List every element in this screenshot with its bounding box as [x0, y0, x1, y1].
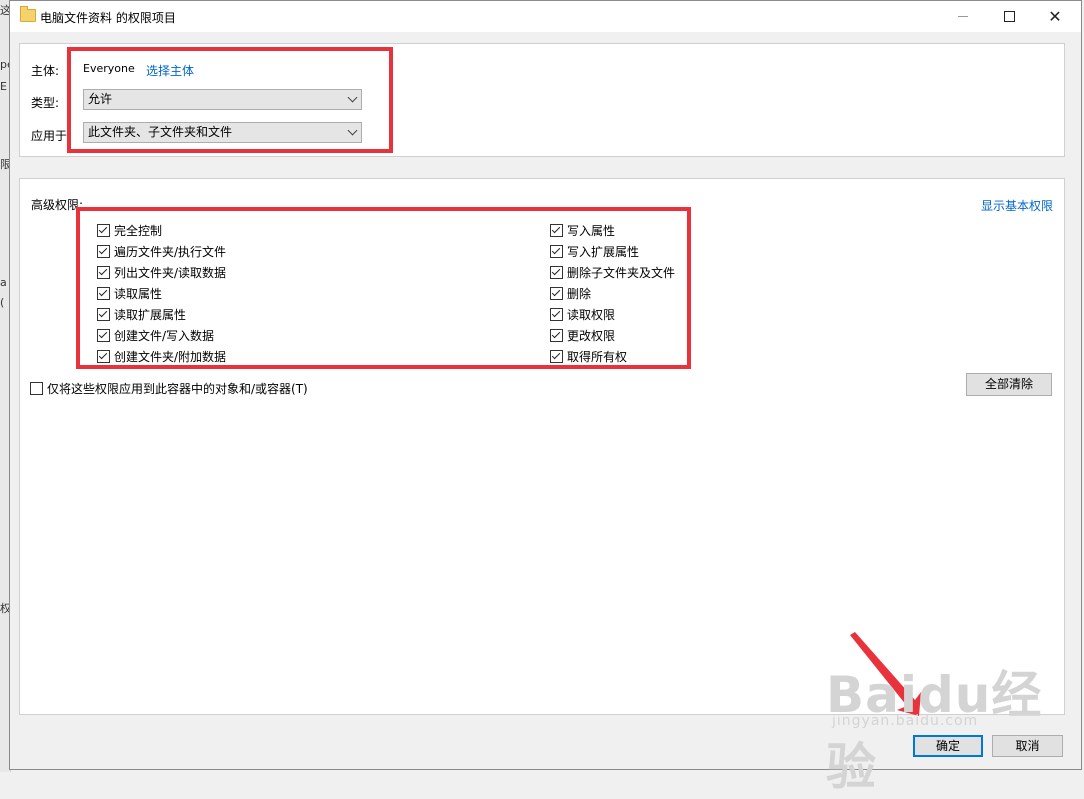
annotation-box-principal: [67, 47, 393, 153]
minimize-button[interactable]: [940, 1, 986, 32]
checkbox-box[interactable]: [30, 382, 43, 395]
maximize-button[interactable]: [986, 1, 1032, 32]
background-fragment: a: [0, 276, 7, 289]
apply-only-to-container-checkbox[interactable]: 仅将这些权限应用到此容器中的对象和/或容器(T): [30, 380, 308, 397]
annotation-box-permissions: [76, 207, 691, 369]
minimize-icon: [958, 16, 968, 17]
background-fragment: (: [0, 296, 5, 309]
clear-all-button[interactable]: 全部清除: [966, 373, 1052, 396]
window-title: 电脑文件资料 的权限项目: [40, 11, 176, 25]
type-label: 类型:: [31, 96, 60, 110]
principal-label: 主体:: [31, 64, 60, 78]
background-fragment: E: [0, 80, 7, 93]
close-button[interactable]: ✕: [1032, 1, 1078, 32]
watermark-url: jingyan.baidu.com: [832, 713, 979, 729]
maximize-icon: [1003, 11, 1015, 22]
applies-to-label: 应用于: [31, 129, 68, 143]
watermark: Baidu经验 jingyan.baidu.com: [826, 655, 1084, 799]
close-icon: ✕: [1048, 7, 1062, 26]
show-basic-permissions-link[interactable]: 显示基本权限: [981, 197, 1053, 214]
folder-icon: [20, 6, 36, 22]
apply-only-label: 仅将这些权限应用到此容器中的对象和/或容器(T): [47, 382, 308, 396]
title-bar[interactable]: 电脑文件资料 的权限项目 ✕: [10, 1, 1081, 32]
